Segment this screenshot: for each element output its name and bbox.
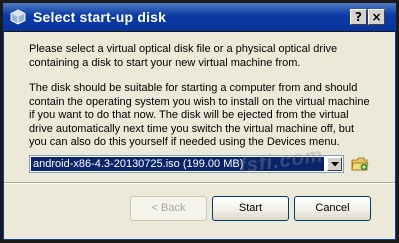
separator-highlight: [4, 183, 395, 184]
start-button[interactable]: Start: [212, 196, 289, 221]
dialog-window: Select start-up disk ? × Please select a…: [0, 0, 399, 243]
window-title: Select start-up disk: [33, 9, 167, 25]
cancel-button[interactable]: Cancel: [294, 196, 371, 221]
description-text: The disk should be suitable for starting…: [29, 82, 370, 148]
chevron-down-icon: [331, 162, 339, 167]
dialog-content: Please select a virtual optical disk fil…: [4, 32, 395, 239]
back-button[interactable]: < Back: [130, 196, 207, 221]
dropdown-arrow-button[interactable]: [327, 157, 342, 171]
folder-browse-icon[interactable]: [350, 155, 370, 173]
window-frame-right: [395, 31, 396, 240]
virtualbox-icon: [10, 9, 26, 25]
close-button[interactable]: ×: [368, 9, 385, 25]
title-bar[interactable]: Select start-up disk ? ×: [3, 3, 396, 31]
window-frame-bottom: [3, 239, 396, 240]
instruction-text: Please select a virtual optical disk fil…: [29, 43, 338, 69]
help-button[interactable]: ?: [350, 9, 367, 25]
